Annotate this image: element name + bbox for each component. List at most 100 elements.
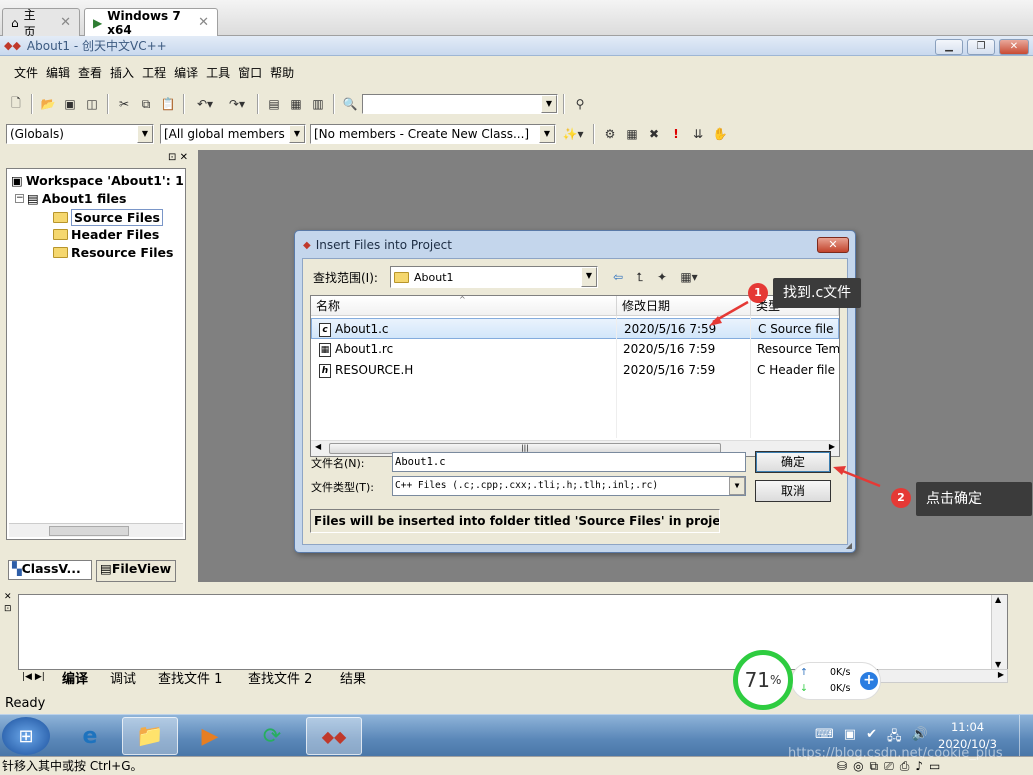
horizontal-scrollbar[interactable]: [9, 523, 183, 537]
tab-fileview[interactable]: ▤FileView: [96, 560, 176, 582]
keyboard-icon[interactable]: ⌨: [815, 727, 834, 749]
chevron-down-icon[interactable]: ▼: [729, 477, 745, 495]
show-desktop-button[interactable]: [1019, 715, 1033, 757]
new-file-icon[interactable]: 🗋: [6, 94, 26, 114]
tab-results[interactable]: 结果: [340, 668, 366, 687]
taskbar-green-app[interactable]: ⟳: [244, 717, 300, 755]
find-combo[interactable]: ▼: [362, 94, 558, 114]
scroll-down-icon[interactable]: ▼: [995, 660, 1001, 669]
vm-tools-icon[interactable]: ▣: [844, 727, 856, 749]
vertical-scrollbar[interactable]: ▲ ▼: [991, 595, 1007, 669]
save-icon[interactable]: ▣: [60, 94, 80, 114]
file-row[interactable]: c About1.c 2020/5/16 7:59 C Source file: [311, 318, 839, 339]
view-menu-icon[interactable]: ▦▾: [674, 267, 704, 287]
tab-debug[interactable]: 调试: [110, 668, 136, 687]
cut-icon[interactable]: ✂: [114, 94, 134, 114]
taskbar-media-player[interactable]: ▶: [182, 717, 238, 755]
up-folder-icon[interactable]: ⮤: [630, 267, 650, 287]
disk-icon[interactable]: ⛁: [837, 757, 847, 775]
back-icon[interactable]: ⇦: [608, 267, 628, 287]
dialog-close-button[interactable]: ✕: [817, 237, 849, 253]
output-icon[interactable]: ▦: [286, 94, 306, 114]
tab-scroll-arrows[interactable]: |◀ ▶|: [22, 672, 45, 682]
tab-find-1[interactable]: 查找文件 1: [158, 668, 222, 687]
network-icon[interactable]: ⧉: [870, 757, 879, 775]
scroll-right-icon[interactable]: ▶: [829, 442, 835, 451]
taskbar-ie[interactable]: e: [62, 717, 118, 755]
menu-help[interactable]: 帮助: [266, 64, 298, 81]
scroll-thumb[interactable]: [49, 526, 129, 536]
paste-icon[interactable]: 📋: [158, 94, 178, 114]
pin-icon[interactable]: ⊡: [168, 152, 176, 163]
network-icon[interactable]: 🖧: [887, 727, 902, 749]
undo-icon[interactable]: ↶▾: [190, 94, 220, 114]
minimize-button[interactable]: ▁: [935, 39, 963, 55]
scroll-up-icon[interactable]: ▲: [995, 595, 1001, 604]
lookin-combo[interactable]: About1 ▼: [390, 266, 598, 288]
tree-project[interactable]: − ▤ About1 files: [15, 191, 126, 206]
close-button[interactable]: ✕: [999, 39, 1029, 55]
build-icon[interactable]: ▦: [622, 124, 642, 144]
pin-icon[interactable]: ⊡: [4, 604, 12, 614]
tab-windows7[interactable]: ▶ Windows 7 x64 ✕: [84, 8, 218, 37]
tab-build[interactable]: 编译: [62, 668, 88, 687]
cancel-button[interactable]: 取消: [755, 480, 831, 502]
col-header-date[interactable]: 修改日期: [617, 296, 751, 316]
wizard-wand-icon[interactable]: ✨▾: [558, 124, 588, 144]
close-icon[interactable]: ✕: [60, 15, 71, 30]
menu-project[interactable]: 工程: [138, 64, 170, 81]
copy-icon[interactable]: ⧉: [136, 94, 156, 114]
filter-combo[interactable]: [All global members ▼: [160, 124, 306, 144]
chevron-down-icon[interactable]: ▼: [539, 125, 555, 143]
tab-find-2[interactable]: 查找文件 2: [248, 668, 312, 687]
clock[interactable]: 11:04 2020/10/3: [938, 719, 997, 753]
step-into-icon[interactable]: ⇊: [688, 124, 708, 144]
scroll-left-icon[interactable]: ◀: [315, 442, 321, 451]
close-icon[interactable]: ✕: [198, 15, 209, 30]
find-in-files-icon[interactable]: 🔍: [340, 94, 360, 114]
sound-icon[interactable]: ♪: [915, 757, 923, 775]
usb-icon[interactable]: ⎚: [884, 757, 894, 775]
tree-source-files[interactable]: Source Files: [53, 209, 163, 226]
plus-icon[interactable]: +: [860, 672, 878, 690]
menu-tools[interactable]: 工具: [202, 64, 234, 81]
tab-home[interactable]: ⌂ 主页 ✕: [2, 8, 80, 39]
start-button[interactable]: ⊞: [2, 717, 50, 755]
tree-workspace[interactable]: ▣ Workspace 'About1': 1: [11, 173, 184, 188]
menu-insert[interactable]: 插入: [106, 64, 138, 81]
breakpoint-hand-icon[interactable]: ✋: [710, 124, 730, 144]
tab-classview[interactable]: ▚ClassV...: [8, 560, 92, 580]
col-header-name[interactable]: 名称 ^: [311, 295, 617, 316]
printer-icon[interactable]: ⎙: [900, 757, 910, 775]
output-hscroll[interactable]: ▶: [878, 669, 1008, 683]
execute-icon[interactable]: !: [666, 124, 686, 144]
chevron-down-icon[interactable]: ▼: [289, 125, 305, 143]
close-icon[interactable]: ✕: [180, 152, 188, 163]
filetype-combo[interactable]: C++ Files (.c;.cpp;.cxx;.tli;.h;.tlh;.in…: [392, 476, 746, 496]
compile-icon[interactable]: ⚙: [600, 124, 620, 144]
menu-file[interactable]: 文件: [10, 64, 42, 81]
window-list-icon[interactable]: ▥: [308, 94, 328, 114]
resize-grip-icon[interactable]: ◢: [846, 541, 852, 550]
menu-edit[interactable]: 编辑: [42, 64, 74, 81]
maximize-button[interactable]: ❐: [967, 39, 995, 55]
redo-icon[interactable]: ↷▾: [222, 94, 252, 114]
open-icon[interactable]: 📂: [38, 94, 58, 114]
scroll-right-icon[interactable]: ▶: [998, 670, 1004, 679]
save-all-icon[interactable]: ◫: [82, 94, 102, 114]
workspace-icon[interactable]: ▤: [264, 94, 284, 114]
cd-icon[interactable]: ◎: [853, 757, 863, 775]
menu-build[interactable]: 编译: [170, 64, 202, 81]
file-row[interactable]: h RESOURCE.H 2020/5/16 7:59 C Header file: [311, 360, 839, 381]
security-icon[interactable]: ✔: [866, 727, 877, 749]
tree-header-files[interactable]: Header Files: [53, 227, 159, 242]
binoculars-icon[interactable]: ⚲: [570, 94, 590, 114]
chevron-down-icon[interactable]: ▼: [581, 267, 597, 287]
menu-view[interactable]: 查看: [74, 64, 106, 81]
close-icon[interactable]: ✕: [4, 592, 12, 602]
ok-button[interactable]: 确定: [755, 451, 831, 473]
chevron-down-icon[interactable]: ▼: [137, 125, 153, 143]
volume-icon[interactable]: 🔊: [911, 727, 927, 749]
class-combo[interactable]: (Globals) ▼: [6, 124, 154, 144]
stop-build-icon[interactable]: ✖: [644, 124, 664, 144]
